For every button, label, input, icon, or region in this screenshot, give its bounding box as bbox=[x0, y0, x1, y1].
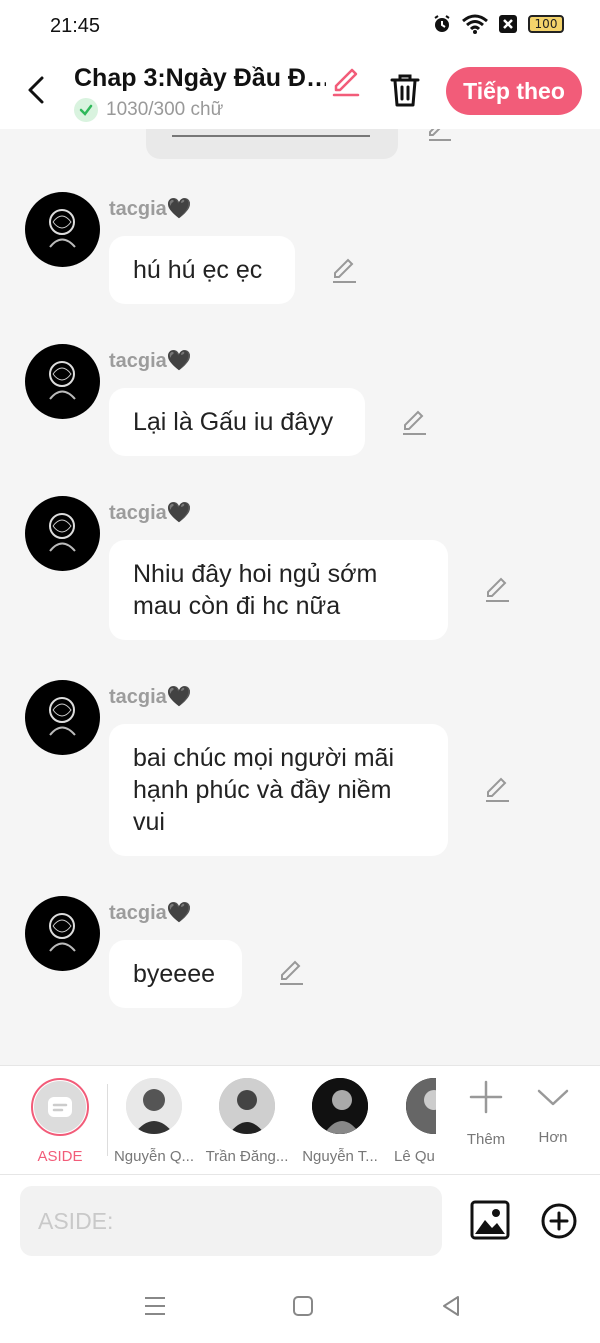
back-icon[interactable] bbox=[22, 72, 52, 108]
menu-icon[interactable] bbox=[142, 1293, 168, 1319]
character-avatar bbox=[312, 1078, 368, 1134]
battery-level: 100 bbox=[534, 17, 558, 31]
message-bubble[interactable]: hú hú ẹc ẹc bbox=[109, 236, 295, 304]
battery-icon: 100 bbox=[528, 15, 564, 33]
home-icon[interactable] bbox=[290, 1293, 316, 1319]
image-icon[interactable] bbox=[470, 1200, 510, 1240]
character-avatar bbox=[406, 1078, 436, 1134]
expand-button[interactable]: Hơn bbox=[514, 1084, 592, 1146]
divider bbox=[107, 1084, 108, 1156]
back-nav-icon[interactable] bbox=[438, 1293, 464, 1319]
alarm-icon bbox=[434, 15, 450, 32]
author-avatar[interactable] bbox=[25, 192, 100, 267]
composer bbox=[0, 1175, 600, 1271]
plus-icon bbox=[469, 1080, 503, 1114]
character-avatar bbox=[126, 1078, 182, 1134]
character-avatar bbox=[219, 1078, 275, 1134]
edit-message-icon[interactable] bbox=[483, 776, 511, 804]
status-time: 21:45 bbox=[50, 15, 101, 37]
edit-message-icon[interactable] bbox=[277, 959, 305, 987]
character-item[interactable]: Lê Qu... bbox=[390, 1078, 436, 1165]
chevron-down-icon bbox=[537, 1089, 569, 1106]
message-bubble[interactable]: bai chúc mọi người mãi hạnh phúc và đầy … bbox=[109, 724, 448, 856]
author-avatar[interactable] bbox=[25, 496, 100, 571]
word-count-text: 1030/300 chữ bbox=[106, 99, 224, 120]
trash-icon[interactable] bbox=[386, 72, 424, 108]
character-item[interactable]: Nguyễn T... bbox=[297, 1078, 383, 1165]
sender-name: tacgia🖤 bbox=[109, 686, 192, 708]
wifi-icon bbox=[462, 14, 488, 34]
system-nav-bar bbox=[0, 1271, 600, 1343]
editor-header: Chap 3:Ngày Đầu Đ… 1030/300 chữ Tiếp the… bbox=[0, 54, 600, 129]
character-label: Nguyễn T... bbox=[302, 1148, 378, 1165]
sender-name: tacgia🖤 bbox=[109, 198, 192, 220]
edit-message-icon[interactable] bbox=[330, 257, 358, 285]
aside-avatar bbox=[31, 1078, 89, 1136]
message-bubble[interactable]: byeeee bbox=[109, 940, 242, 1008]
character-aside[interactable]: ASIDE bbox=[17, 1078, 103, 1165]
message-input[interactable] bbox=[20, 1186, 442, 1256]
author-avatar[interactable] bbox=[25, 344, 100, 419]
status-bar: 21:45 100 bbox=[0, 0, 600, 54]
status-icons: 100 bbox=[432, 14, 564, 34]
check-icon bbox=[74, 98, 98, 122]
character-label: Lê Qu... bbox=[394, 1148, 436, 1165]
message-bubble[interactable]: Nhiu đây hoi ngủ sớm mau còn đi hc nữa bbox=[109, 540, 448, 640]
sender-name: tacgia🖤 bbox=[109, 350, 192, 372]
no-sim-icon bbox=[499, 15, 517, 33]
author-avatar[interactable] bbox=[25, 680, 100, 755]
character-label: ASIDE bbox=[37, 1148, 83, 1165]
edit-message-icon[interactable] bbox=[483, 576, 511, 604]
character-label: Trần Đăng... bbox=[205, 1148, 289, 1165]
edit-message-icon[interactable] bbox=[426, 129, 454, 143]
collapse-label: Hơn bbox=[538, 1129, 568, 1146]
edit-message-icon[interactable] bbox=[400, 409, 428, 437]
character-item[interactable]: Nguyễn Q... bbox=[111, 1078, 197, 1165]
edit-title-icon[interactable] bbox=[330, 66, 362, 98]
aside-icon bbox=[48, 1097, 72, 1117]
character-bar: ASIDE Nguyễn Q... Trần Đăng... Nguyễn T.… bbox=[0, 1065, 600, 1175]
add-circle-icon[interactable] bbox=[540, 1202, 578, 1240]
message-bubble[interactable]: Lại là Gấu iu đâyy bbox=[109, 388, 365, 456]
word-count: 1030/300 chữ bbox=[74, 98, 223, 122]
chat-area[interactable]: tacgia🖤 hú hú ẹc ẹc tacgia🖤 Lại là Gấu i… bbox=[0, 129, 600, 1065]
character-label: Nguyễn Q... bbox=[113, 1148, 195, 1165]
previous-message-bubble[interactable] bbox=[146, 129, 398, 159]
author-avatar[interactable] bbox=[25, 896, 100, 971]
sender-name: tacgia🖤 bbox=[109, 502, 192, 524]
chapter-title[interactable]: Chap 3:Ngày Đầu Đ… bbox=[74, 64, 326, 93]
character-item[interactable]: Trần Đăng... bbox=[204, 1078, 290, 1165]
sender-name: tacgia🖤 bbox=[109, 902, 192, 924]
next-button[interactable]: Tiếp theo bbox=[446, 67, 582, 115]
